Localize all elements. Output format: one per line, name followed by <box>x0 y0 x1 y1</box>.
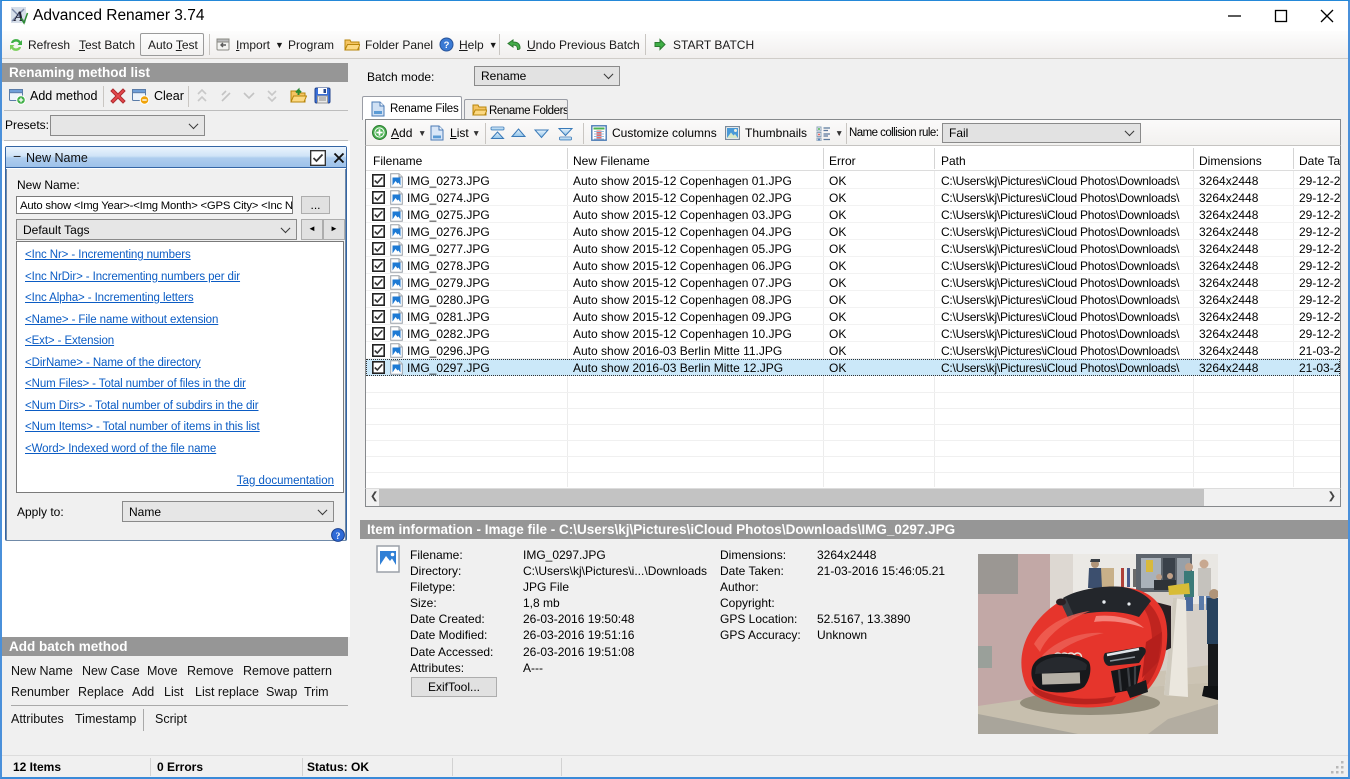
svg-text:?: ? <box>444 40 450 51</box>
svg-text:?: ? <box>336 532 341 542</box>
svg-text:A: A <box>13 9 24 25</box>
